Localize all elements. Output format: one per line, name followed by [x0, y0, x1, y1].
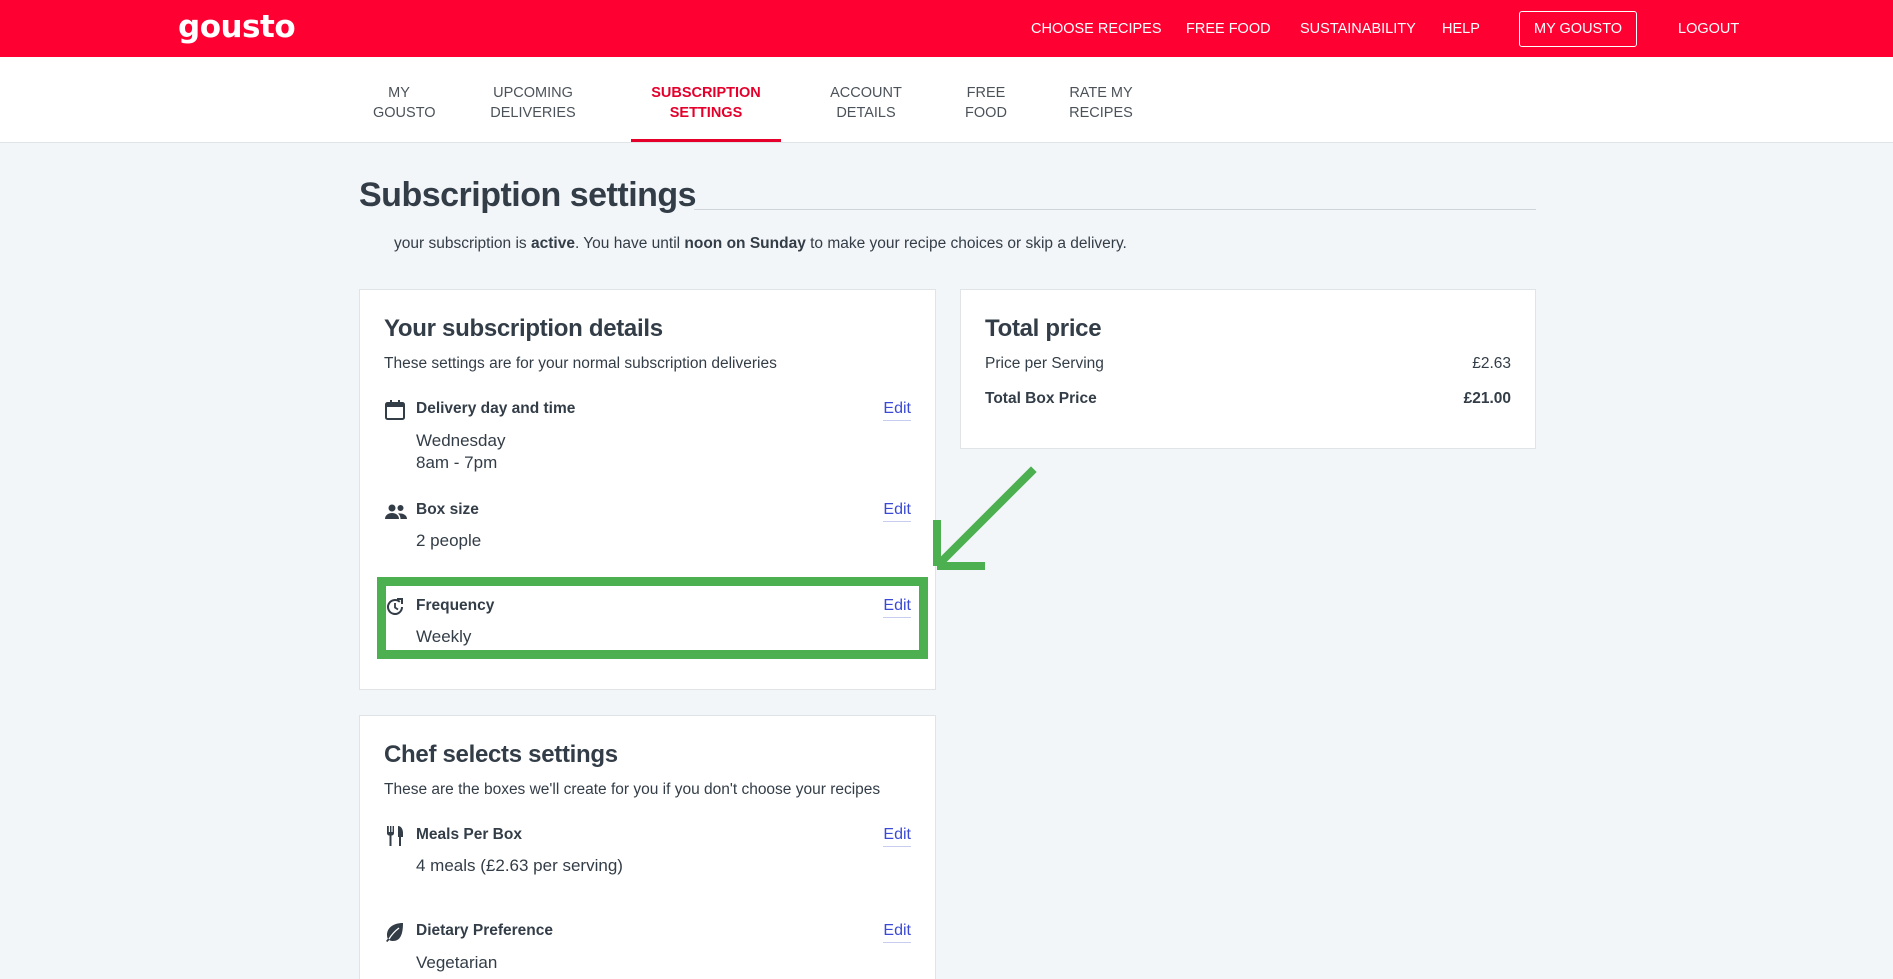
- top-navigation-bar: gousto CHOOSE RECIPES FREE FOOD SUSTAINA…: [0, 0, 1893, 57]
- nav-sustainability[interactable]: SUSTAINABILITY: [1300, 21, 1416, 37]
- refresh-icon: [384, 596, 406, 618]
- account-subnav: MY GOUSTO UPCOMING DELIVERIES SUBSCRIPTI…: [0, 57, 1893, 143]
- subscription-status-text: your subscription is active. You have un…: [394, 235, 1127, 252]
- cutlery-icon: [384, 825, 406, 847]
- active-tab-indicator: [631, 139, 781, 142]
- calendar-icon: [384, 399, 406, 421]
- total-box-price-value: £21.00: [1463, 390, 1511, 407]
- edit-box-size-button[interactable]: Edit: [883, 501, 911, 522]
- total-price-title: Total price: [985, 315, 1102, 342]
- people-icon: [384, 501, 407, 523]
- delivery-time-value: 8am - 7pm: [416, 453, 498, 472]
- edit-delivery-button[interactable]: Edit: [883, 400, 911, 421]
- chef-selects-card: Chef selects settings These are the boxe…: [359, 715, 936, 979]
- logout-link[interactable]: LOGOUT: [1678, 21, 1739, 37]
- delivery-day-value: Wednesday: [416, 431, 506, 450]
- leaf-icon: [384, 921, 406, 943]
- delivery-day-label: Delivery day and time: [416, 400, 576, 417]
- subscription-details-title: Your subscription details: [384, 315, 663, 342]
- nav-free-food[interactable]: FREE FOOD: [1186, 21, 1271, 37]
- frequency-label: Frequency: [416, 597, 495, 614]
- frequency-value: Weekly: [416, 627, 472, 646]
- tab-subscription-settings[interactable]: SUBSCRIPTION SETTINGS: [651, 83, 761, 123]
- edit-frequency-button[interactable]: Edit: [883, 597, 911, 618]
- subscription-details-card: Your subscription details These settings…: [359, 289, 936, 690]
- total-price-card: Total price Price per Serving £2.63 Tota…: [960, 289, 1536, 449]
- tab-my-gousto[interactable]: MY GOUSTO: [373, 83, 436, 123]
- tab-upcoming-deliveries[interactable]: UPCOMING DELIVERIES: [488, 83, 578, 123]
- nav-help[interactable]: HELP: [1442, 21, 1480, 37]
- meals-per-box-value: 4 meals (£2.63 per serving): [416, 856, 623, 875]
- cutoff-time: noon on Sunday: [684, 235, 806, 252]
- tab-rate-my-recipes[interactable]: RATE MY RECIPES: [1067, 83, 1135, 123]
- total-box-price-label: Total Box Price: [985, 390, 1097, 407]
- edit-meals-per-box-button[interactable]: Edit: [883, 826, 911, 847]
- price-per-serving-label: Price per Serving: [985, 355, 1104, 372]
- status-value: active: [530, 235, 575, 252]
- meals-per-box-label: Meals Per Box: [416, 826, 522, 843]
- my-gousto-button[interactable]: MY GOUSTO: [1519, 10, 1638, 47]
- total-box-price-row: Total Box Price £21.00: [985, 390, 1511, 408]
- page-title: Subscription settings: [359, 176, 697, 214]
- price-per-serving-value: £2.63: [1472, 355, 1511, 372]
- gousto-logo[interactable]: gousto: [178, 9, 296, 45]
- dietary-preference-value: Vegetarian: [416, 953, 498, 972]
- tab-account-details[interactable]: ACCOUNT DETAILS: [827, 83, 905, 123]
- box-size-value: 2 people: [416, 531, 482, 550]
- dietary-preference-label: Dietary Preference: [416, 922, 553, 939]
- title-divider: [694, 209, 1536, 210]
- price-per-serving-row: Price per Serving £2.63: [985, 355, 1511, 373]
- annotation-arrow-icon: [933, 466, 1037, 570]
- box-size-label: Box size: [416, 501, 479, 518]
- subscription-details-subtitle: These settings are for your normal subsc…: [384, 355, 777, 372]
- chef-selects-title: Chef selects settings: [384, 741, 618, 768]
- chef-selects-subtitle: These are the boxes we'll create for you…: [384, 781, 881, 798]
- nav-choose-recipes[interactable]: CHOOSE RECIPES: [1031, 21, 1162, 37]
- edit-dietary-preference-button[interactable]: Edit: [883, 922, 911, 943]
- tab-free-food[interactable]: FREE FOOD: [964, 83, 1008, 123]
